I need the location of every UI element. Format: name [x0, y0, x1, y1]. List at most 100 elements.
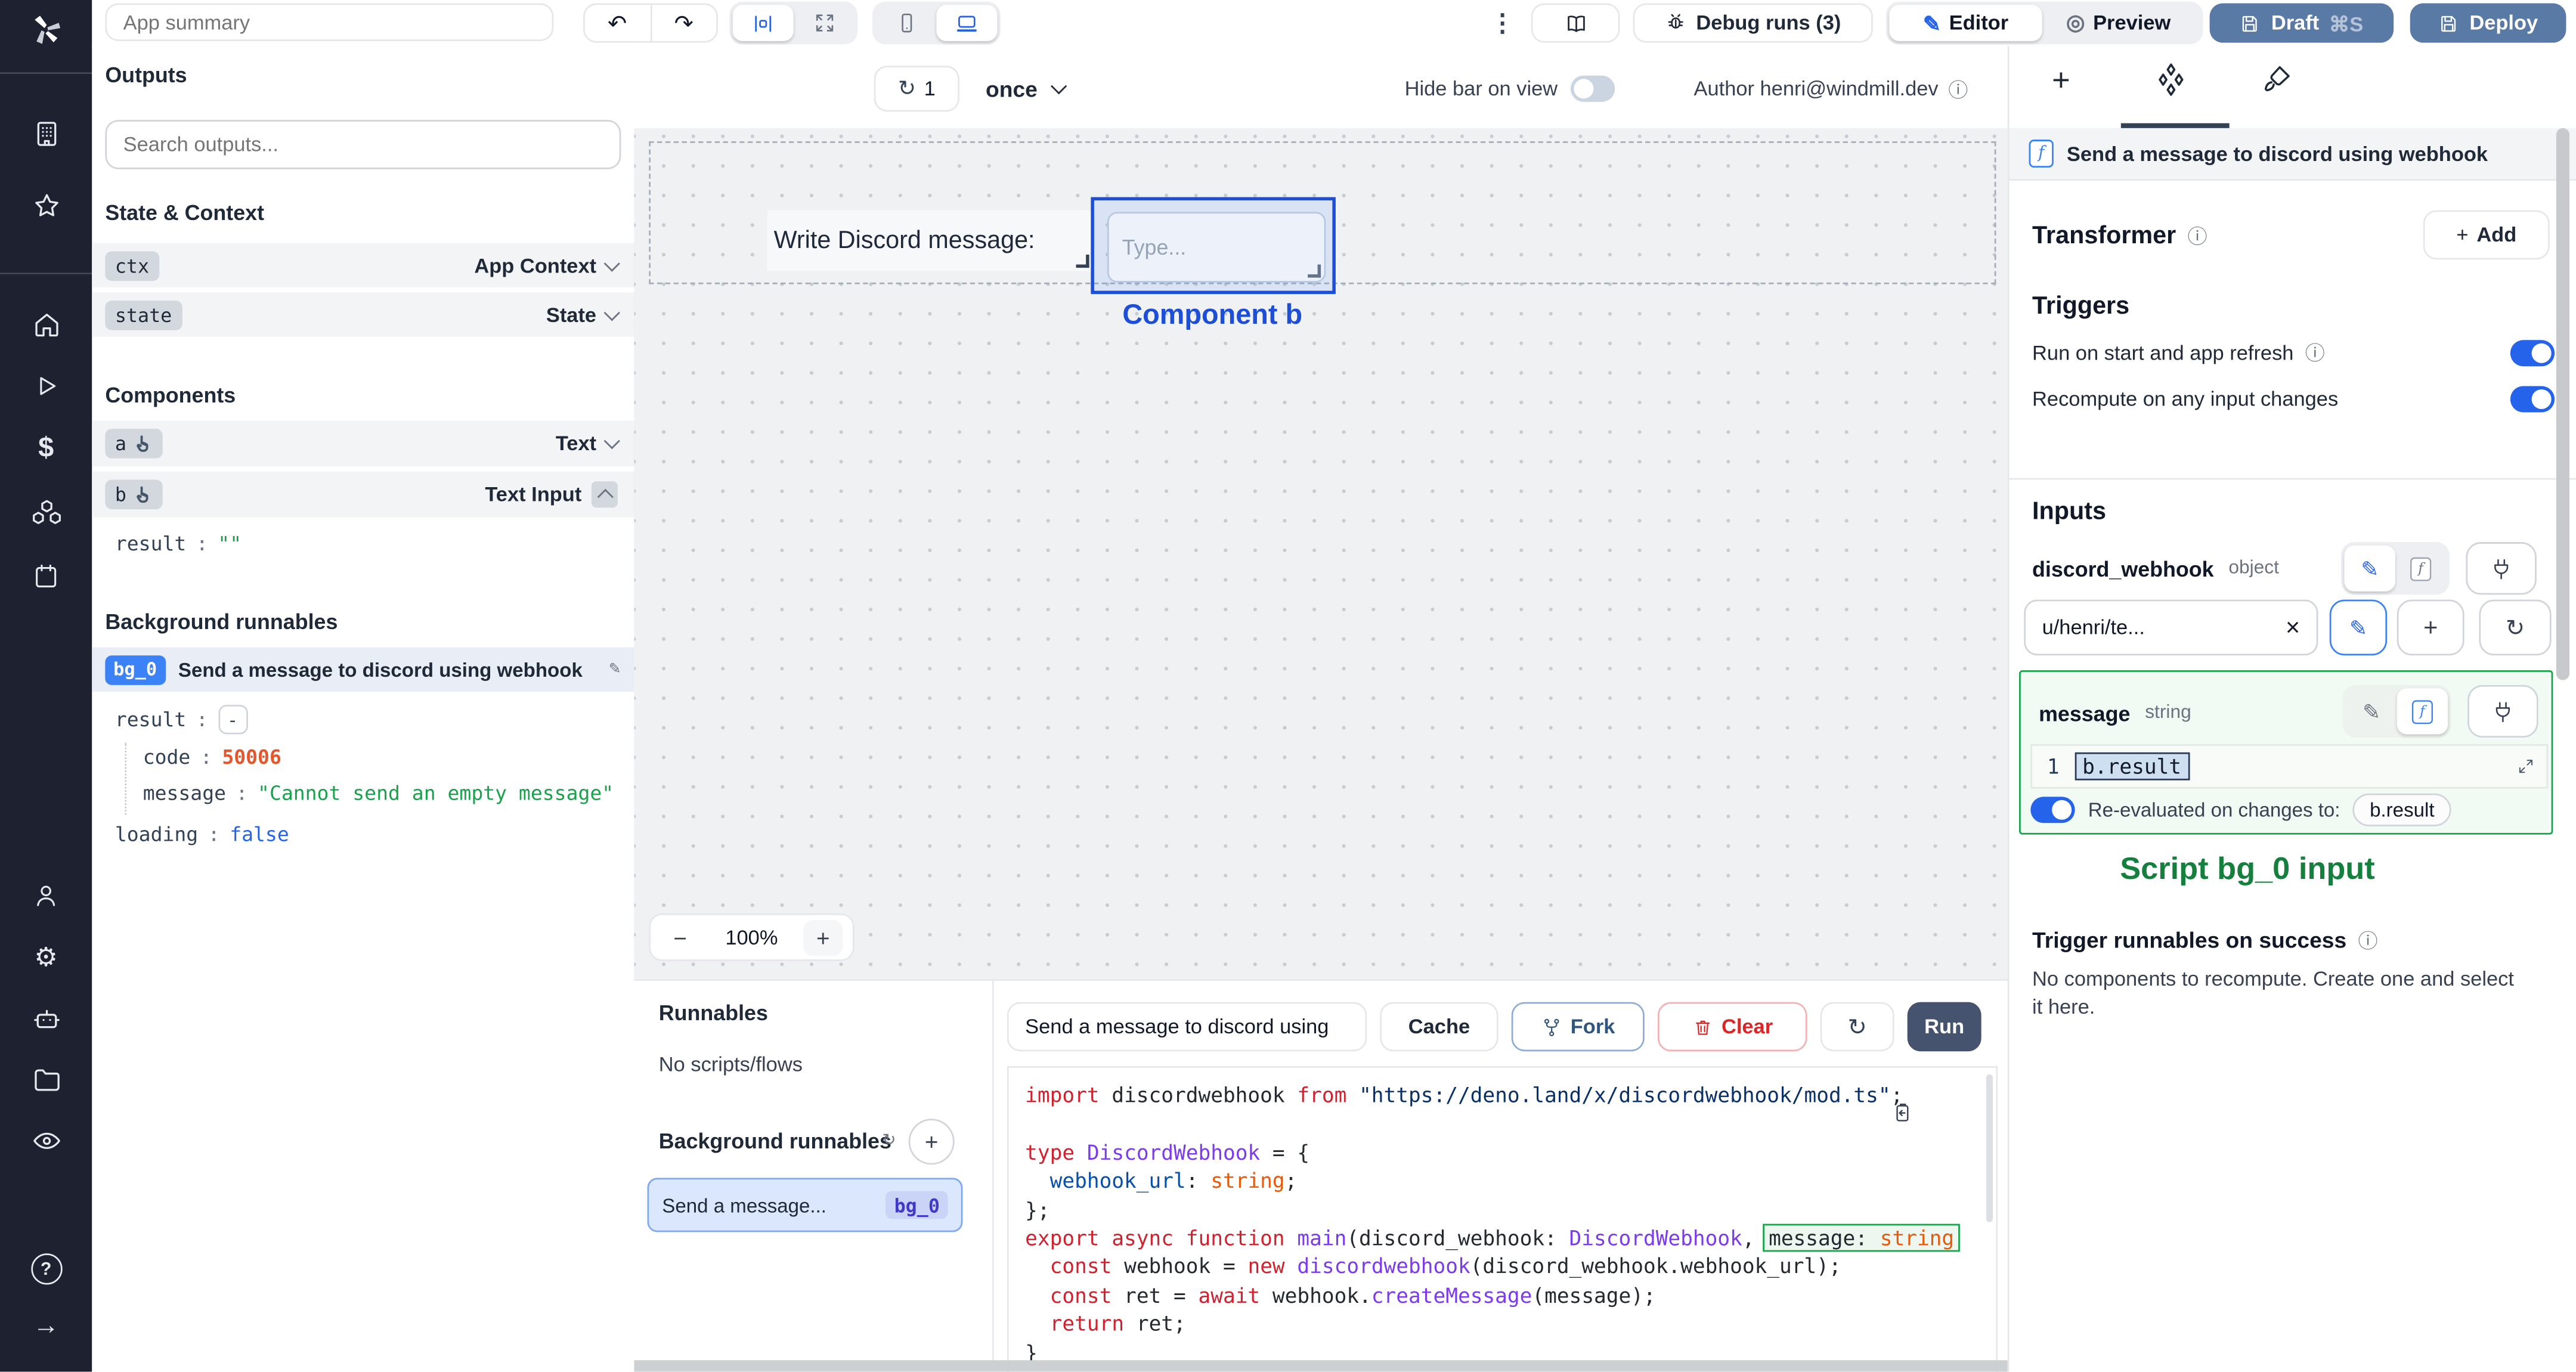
reeval-toggle[interactable] — [2030, 797, 2075, 823]
deploy-button[interactable]: Deploy — [2410, 3, 2566, 43]
outputs-panel: Outputs State & Context ctx App Context … — [92, 46, 636, 1372]
panel-scrollbar[interactable] — [2556, 128, 2569, 680]
users-person-icon[interactable] — [0, 881, 92, 910]
dw-resource-picker[interactable]: u/henri/te... × — [2024, 599, 2318, 656]
schedules-calendar-icon[interactable] — [0, 562, 92, 591]
center-layout-button[interactable] — [732, 5, 794, 41]
selected-component-b[interactable]: Type... — [1091, 197, 1336, 295]
preview-target-icon: ◎ — [2066, 10, 2085, 35]
msg-expr-editor[interactable]: 1 b.result — [2030, 744, 2549, 789]
refresh-script-button[interactable]: ↻ — [1820, 1002, 1894, 1052]
add-resource-button[interactable]: + — [2397, 599, 2464, 656]
inputs-title: Inputs — [2032, 497, 2107, 526]
code-vertical-scrollbar[interactable] — [1986, 1074, 1993, 1222]
fork-button[interactable]: Fork — [1511, 1002, 1645, 1052]
edit-pencil-icon[interactable]: ✎ — [609, 661, 621, 677]
folders-icon[interactable] — [0, 1064, 92, 1095]
info-icon[interactable]: ⓘ — [1948, 75, 1968, 103]
favorites-star-icon[interactable] — [0, 191, 92, 222]
styling-brush-tab-icon[interactable] — [2261, 63, 2293, 95]
script-name-input[interactable] — [1007, 1002, 1367, 1052]
expand-rail-arrow-icon[interactable]: → — [0, 1312, 92, 1342]
cache-button[interactable]: Cache — [1380, 1002, 1498, 1052]
code-editor[interactable]: import discordwebhook from "https://deno… — [1007, 1066, 1998, 1372]
clear-button[interactable]: Clear — [1657, 1002, 1807, 1052]
refresh-count-button[interactable]: ↻ 1 — [874, 66, 959, 112]
windmill-logo-icon[interactable] — [0, 11, 92, 48]
redo-button[interactable]: ↷ — [651, 5, 716, 41]
desktop-view-button[interactable] — [936, 5, 998, 41]
component-b-row[interactable]: b Text Input — [92, 471, 634, 518]
active-tab-underline — [2120, 123, 2230, 128]
app-canvas[interactable]: Write Discord message: Type... Component… — [634, 128, 2008, 980]
static-pencil-mode-button[interactable]: ✎ — [2346, 688, 2397, 734]
more-options-kebab-icon[interactable]: ⋮ — [1490, 8, 1515, 38]
static-pencil-mode-button[interactable]: ✎ — [2344, 545, 2395, 591]
chevron-down-icon[interactable] — [603, 255, 620, 271]
variables-dollar-icon[interactable]: $ — [0, 432, 92, 465]
app-summary-input[interactable] — [105, 3, 554, 41]
chevron-down-icon[interactable] — [603, 433, 620, 450]
add-transformer-button[interactable]: + Add — [2423, 210, 2550, 260]
layout-mode-group — [729, 1, 858, 45]
text-input-component[interactable]: Type... — [1107, 212, 1326, 283]
draft-button[interactable]: Draft ⌘S — [2209, 3, 2394, 43]
ctx-row[interactable]: ctx App Context — [92, 243, 634, 288]
settings-gear-icon[interactable]: ⚙ — [0, 941, 92, 974]
component-a-row[interactable]: a Text — [92, 420, 634, 467]
insert-component-tab-plus-icon[interactable]: + — [2052, 64, 2070, 100]
resize-handle[interactable] — [1308, 264, 1321, 278]
eval-mode-button[interactable]: f — [2397, 688, 2448, 735]
reeval-dependency-pill[interactable]: b.result — [2353, 793, 2451, 826]
eval-mode-button[interactable]: f — [2395, 546, 2446, 591]
search-outputs-input[interactable] — [105, 120, 621, 169]
hide-bar-toggle[interactable] — [1571, 75, 1615, 102]
tab-editor[interactable]: ✎ Editor — [1889, 5, 2042, 41]
recompute-toggle[interactable] — [2510, 386, 2555, 413]
copy-code-icon[interactable] — [1891, 1101, 1914, 1125]
runs-play-icon[interactable] — [0, 371, 92, 401]
bg0-runnable-row[interactable]: bg_0 Send a message to discord using web… — [92, 647, 634, 692]
zoom-in-button[interactable]: + — [803, 919, 843, 956]
tab-preview[interactable]: ◎ Preview — [2042, 5, 2195, 41]
chevron-down-icon[interactable] — [603, 303, 620, 321]
docs-book-button[interactable] — [1531, 3, 1620, 43]
workers-robot-icon[interactable] — [0, 1004, 92, 1035]
trash-icon — [1695, 1020, 1710, 1035]
state-row[interactable]: state State — [92, 292, 634, 337]
discord-webhook-label-row: discord_webhook object — [2032, 556, 2279, 581]
chevron-up-icon[interactable] — [591, 481, 618, 508]
zoom-out-button[interactable]: − — [661, 919, 700, 955]
undo-button[interactable]: ↶ — [585, 5, 652, 41]
info-icon[interactable]: ⓘ — [2358, 927, 2377, 955]
interval-dropdown[interactable]: once — [986, 66, 1066, 112]
run-button[interactable]: Run — [1907, 1002, 1981, 1052]
add-background-runnable-button[interactable]: + — [908, 1119, 955, 1165]
text-component-a[interactable]: Write Discord message: — [767, 210, 1093, 271]
audit-eye-icon[interactable] — [0, 1125, 92, 1156]
edit-resource-button[interactable]: ✎ — [2329, 599, 2388, 656]
refresh-resource-button[interactable]: ↻ — [2479, 599, 2552, 656]
component-settings-tab-icon[interactable] — [2154, 63, 2188, 97]
bg0-list-item[interactable]: Send a message... bg_0 — [647, 1178, 963, 1232]
result-children: code:50006 message: "Cannot send an empty… — [125, 742, 619, 815]
info-icon[interactable]: ⓘ — [2188, 221, 2207, 249]
debug-runs-button[interactable]: Debug runs (3) — [1633, 3, 1873, 43]
info-icon[interactable]: ⓘ — [2305, 339, 2325, 367]
chevron-down-icon — [1049, 78, 1066, 95]
clear-resource-icon[interactable]: × — [2286, 614, 2300, 642]
connect-plug-button[interactable] — [2466, 542, 2537, 595]
collapse-result-button[interactable]: - — [218, 704, 247, 735]
resources-cubes-icon[interactable] — [0, 498, 92, 529]
run-on-start-toggle[interactable] — [2510, 339, 2555, 366]
mobile-view-button[interactable] — [875, 5, 936, 41]
fullscreen-expand-icon[interactable] — [794, 5, 854, 41]
connect-plug-button[interactable] — [2467, 685, 2538, 738]
selected-expression[interactable]: b.result — [2074, 752, 2190, 781]
workspace-icon[interactable] — [0, 118, 92, 149]
help-icon[interactable]: ? — [0, 1253, 92, 1285]
resize-handle[interactable] — [1076, 255, 1089, 268]
home-icon[interactable] — [0, 309, 92, 340]
expand-editor-icon[interactable] — [2517, 757, 2535, 775]
plug-icon — [2496, 701, 2510, 721]
